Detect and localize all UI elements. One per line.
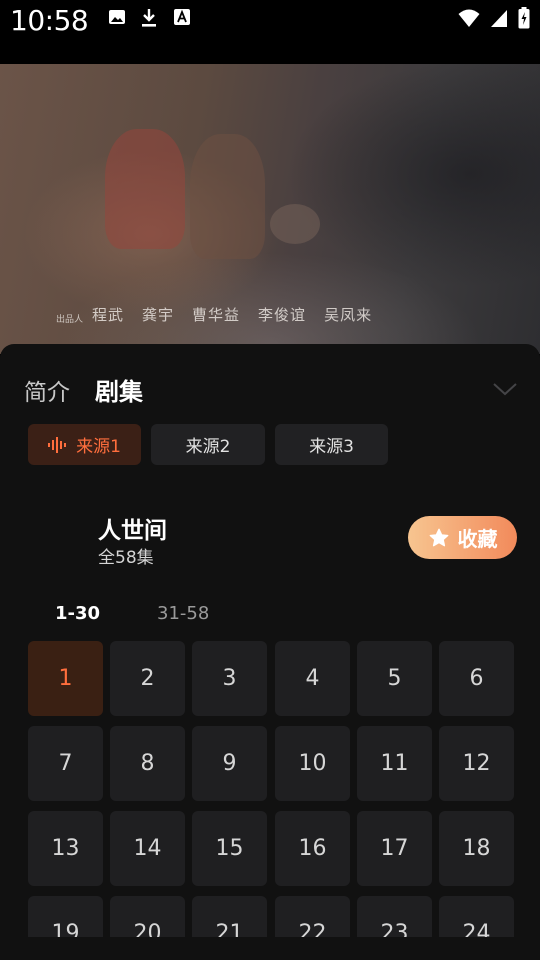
tab-intro[interactable]: 简介 — [24, 373, 70, 407]
video-basket — [270, 204, 320, 244]
favorite-button[interactable]: 收藏 — [408, 516, 517, 559]
source-label: 来源2 — [185, 437, 231, 457]
credit-name: 曹华益 — [192, 306, 241, 324]
episode-sheet: 简介 剧集 来源1 来源2 来源3 人世间 全58集 收藏 1-30 31-58… — [0, 344, 540, 960]
episode-tile-24[interactable]: 24 — [439, 896, 514, 937]
status-clock: 10:58 — [10, 4, 89, 37]
episode-tile-15[interactable]: 15 — [192, 811, 267, 886]
credit-name: 程武 — [92, 306, 125, 324]
episode-tile-5[interactable]: 5 — [357, 641, 432, 716]
range-tab-1-30[interactable]: 1-30 — [55, 603, 100, 624]
episode-tile-6[interactable]: 6 — [439, 641, 514, 716]
video-figure-right — [190, 134, 265, 259]
episode-tile-12[interactable]: 12 — [439, 726, 514, 801]
episode-tile-17[interactable]: 17 — [357, 811, 432, 886]
download-icon — [142, 9, 156, 27]
range-tab-31-58[interactable]: 31-58 — [157, 603, 209, 624]
episode-tile-9[interactable]: 9 — [192, 726, 267, 801]
status-bar: 10:58 — [0, 0, 540, 40]
episode-tile-10[interactable]: 10 — [275, 726, 350, 801]
video-figure-left — [105, 129, 185, 249]
episode-count: 全58集 — [98, 548, 154, 568]
battery-icon — [518, 7, 530, 29]
tab-episodes[interactable]: 剧集 — [95, 372, 143, 407]
chevron-down-icon[interactable] — [490, 374, 520, 404]
source-chip-1[interactable]: 来源1 — [28, 424, 141, 465]
episode-tile-16[interactable]: 16 — [275, 811, 350, 886]
episode-tile-13[interactable]: 13 — [28, 811, 103, 886]
credit-name: 李俊谊 — [258, 306, 307, 324]
show-title: 人世间 — [98, 518, 167, 544]
credits: 程武 龚宇 曹华益 李俊谊 吴凤来 — [92, 304, 372, 325]
image-icon — [109, 10, 125, 24]
source-label: 来源1 — [76, 437, 121, 457]
episode-tile-7[interactable]: 7 — [28, 726, 103, 801]
favorite-label: 收藏 — [457, 527, 498, 551]
episode-grid: 1 2 3 4 5 6 7 8 9 10 11 12 13 14 15 16 17 18 19 20 21 22 23 24 — [28, 641, 514, 937]
text-notification-icon — [174, 9, 190, 25]
episode-tile-23[interactable]: 23 — [357, 896, 432, 937]
source-chip-2[interactable]: 来源2 — [151, 424, 265, 465]
signal-icon — [491, 10, 507, 27]
episode-tile-3[interactable]: 3 — [192, 641, 267, 716]
source-chip-3[interactable]: 来源3 — [275, 424, 388, 465]
episode-tile-19[interactable]: 19 — [28, 896, 103, 937]
episode-tile-21[interactable]: 21 — [192, 896, 267, 937]
episode-tile-1[interactable]: 1 — [28, 641, 103, 716]
credit-name: 吴凤来 — [324, 306, 373, 324]
credit-prefix: 出品人 — [56, 315, 84, 325]
video-player[interactable]: 出品人 程武 龚宇 曹华益 李俊谊 吴凤来 — [0, 64, 540, 354]
source-label: 来源3 — [309, 437, 354, 457]
credit-name: 龚宇 — [142, 306, 175, 324]
wifi-icon — [458, 9, 480, 27]
episode-tile-14[interactable]: 14 — [110, 811, 185, 886]
episode-tile-2[interactable]: 2 — [110, 641, 185, 716]
sound-wave-icon — [48, 436, 67, 453]
episode-tile-8[interactable]: 8 — [110, 726, 185, 801]
star-icon — [429, 528, 448, 546]
episode-tile-18[interactable]: 18 — [439, 811, 514, 886]
episode-tile-22[interactable]: 22 — [275, 896, 350, 937]
episode-tile-11[interactable]: 11 — [357, 726, 432, 801]
episode-tile-4[interactable]: 4 — [275, 641, 350, 716]
episode-tile-20[interactable]: 20 — [110, 896, 185, 937]
